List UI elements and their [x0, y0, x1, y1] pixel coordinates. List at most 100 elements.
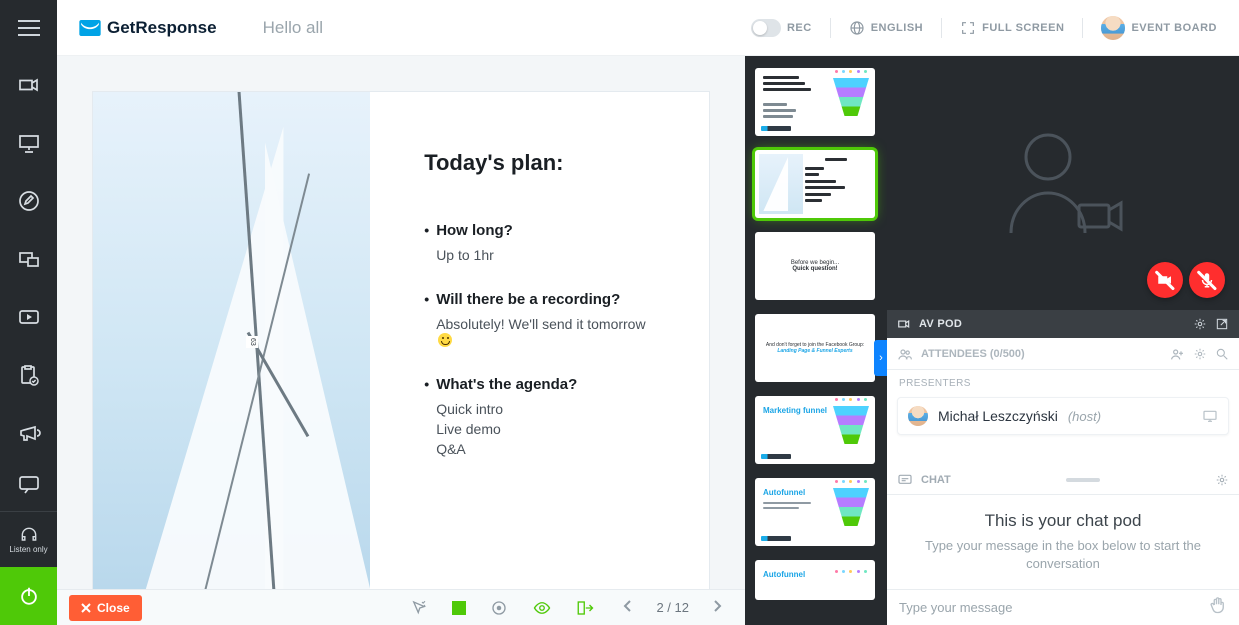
- megaphone-icon: [17, 421, 41, 445]
- close-icon: [81, 603, 91, 613]
- attendees-header: ATTENDEES (0/500): [887, 338, 1239, 370]
- slide-a2: Absolutely! We'll send it tomorrow: [424, 316, 661, 348]
- poll-tool[interactable]: [0, 346, 57, 404]
- drag-handle[interactable]: [1066, 478, 1100, 482]
- prev-page-button[interactable]: [618, 596, 638, 619]
- thumbnail-4[interactable]: And don't forget to join the Facebook Gr…: [755, 314, 875, 382]
- av-pod-label: AV POD: [919, 318, 962, 330]
- separator: [941, 18, 942, 38]
- chat-icon: [897, 472, 913, 488]
- menu-button[interactable]: [0, 0, 57, 56]
- people-icon: [897, 346, 913, 362]
- chevron-right-icon: [711, 600, 723, 612]
- event-board-label: EVENT BOARD: [1131, 22, 1217, 34]
- av-pod-settings[interactable]: [1193, 317, 1207, 331]
- listen-only-toggle[interactable]: Listen only: [0, 511, 57, 567]
- main-column: GetResponse Hello all REC ENGLISH FULL S…: [57, 0, 1239, 625]
- mic-off-button[interactable]: [1189, 262, 1225, 298]
- gear-icon: [1215, 473, 1229, 487]
- current-slide: 63 Today's plan: How long? Up to 1hr Wil…: [93, 92, 709, 589]
- chevron-right-icon: ›: [879, 352, 883, 364]
- slide-area: 63 Today's plan: How long? Up to 1hr Wil…: [57, 56, 745, 625]
- chat-title: This is your chat pod: [909, 511, 1217, 531]
- raise-hand-button[interactable]: [1209, 596, 1227, 619]
- chevron-left-icon: [622, 600, 634, 612]
- brand-logo[interactable]: GetResponse: [79, 18, 217, 38]
- follow-tool[interactable]: [526, 599, 558, 617]
- slide-viewport: 63 Today's plan: How long? Up to 1hr Wil…: [57, 56, 745, 589]
- eye-icon: [532, 599, 552, 617]
- thumbnail-1[interactable]: [755, 68, 875, 136]
- stop-tool[interactable]: [446, 601, 472, 615]
- headphones-icon: [19, 525, 39, 545]
- av-pod-popout[interactable]: [1215, 317, 1229, 331]
- attendees-add[interactable]: [1169, 346, 1185, 362]
- fullscreen-button[interactable]: FULL SCREEN: [960, 20, 1064, 36]
- thumbnail-6[interactable]: Autofunnel: [755, 478, 875, 546]
- slide-q3: What's the agenda?: [424, 376, 661, 393]
- popout-icon: [1215, 317, 1229, 331]
- chat-settings[interactable]: [1215, 473, 1229, 487]
- attendees-settings[interactable]: [1193, 347, 1207, 361]
- record-icon: [490, 599, 508, 617]
- monitors-icon: [17, 247, 41, 271]
- camera-off-button[interactable]: [1147, 262, 1183, 298]
- header: GetResponse Hello all REC ENGLISH FULL S…: [57, 0, 1239, 56]
- thumbnail-5[interactable]: Marketing funnel: [755, 396, 875, 464]
- slide-a3-2: Live demo: [424, 421, 661, 437]
- screen-share-tool[interactable]: [0, 230, 57, 288]
- av-pod-header: AV POD: [887, 310, 1239, 338]
- thumbnail-3[interactable]: Before we begin...Quick question!: [755, 232, 875, 300]
- slide-title: Today's plan:: [424, 150, 661, 176]
- globe-icon: [849, 20, 865, 36]
- envelope-icon: [79, 20, 101, 36]
- thumbnail-7[interactable]: Autofunnel: [755, 560, 875, 600]
- record-tool[interactable]: [484, 599, 514, 617]
- chat-input[interactable]: [899, 600, 1209, 615]
- next-page-button[interactable]: [707, 596, 727, 619]
- presentation-tool[interactable]: [0, 114, 57, 172]
- attendee-row[interactable]: Michał Leszczyński (host): [897, 397, 1229, 435]
- webcam-tool[interactable]: [0, 56, 57, 114]
- collapse-thumbnails-button[interactable]: ›: [874, 340, 887, 376]
- event-board-button[interactable]: EVENT BOARD: [1101, 16, 1217, 40]
- brand-name: GetResponse: [107, 18, 217, 38]
- thumbnail-2[interactable]: [755, 150, 875, 218]
- chat-body: This is your chat pod Type your message …: [887, 495, 1239, 589]
- chat-header: CHAT: [887, 465, 1239, 495]
- chat-subtitle: Type your message in the box below to st…: [909, 537, 1217, 573]
- exit-icon: [576, 599, 594, 617]
- separator: [1082, 18, 1083, 38]
- chat-label: CHAT: [921, 474, 951, 486]
- cursor-tool[interactable]: [404, 599, 434, 617]
- record-toggle[interactable]: REC: [751, 19, 812, 37]
- attendee-name: Michał Leszczyński: [938, 408, 1058, 424]
- video-tool[interactable]: [0, 288, 57, 346]
- pencil-icon: [17, 189, 41, 213]
- separator: [830, 18, 831, 38]
- greeting-text: Hello all: [263, 18, 323, 38]
- right-panel: AV POD ATTENDEES (0/500): [887, 56, 1239, 625]
- camera-icon: [897, 317, 911, 331]
- slide-q2: Will there be a recording?: [424, 291, 661, 308]
- monitor-icon: [1202, 408, 1218, 424]
- close-button[interactable]: Close: [69, 595, 142, 621]
- language-button[interactable]: ENGLISH: [849, 20, 923, 36]
- hamburger-icon: [18, 20, 40, 36]
- cta-tool[interactable]: [0, 404, 57, 462]
- chat-tool[interactable]: [0, 462, 57, 506]
- attendees-label: ATTENDEES (0/500): [921, 348, 1025, 360]
- exit-tool[interactable]: [570, 599, 600, 617]
- thumbnail-strip[interactable]: Before we begin...Quick question! And do…: [745, 56, 887, 625]
- hand-icon: [1209, 596, 1227, 614]
- person-add-icon: [1169, 346, 1185, 362]
- search-icon: [1215, 347, 1229, 361]
- gear-icon: [1193, 347, 1207, 361]
- left-sidebar: Listen only: [0, 0, 57, 625]
- whiteboard-tool[interactable]: [0, 172, 57, 230]
- pager: 2 / 12: [612, 596, 733, 619]
- avatar-icon: [908, 406, 928, 426]
- slide-a3-1: Quick intro: [424, 401, 661, 417]
- power-button[interactable]: [0, 567, 57, 625]
- attendees-search[interactable]: [1215, 347, 1229, 361]
